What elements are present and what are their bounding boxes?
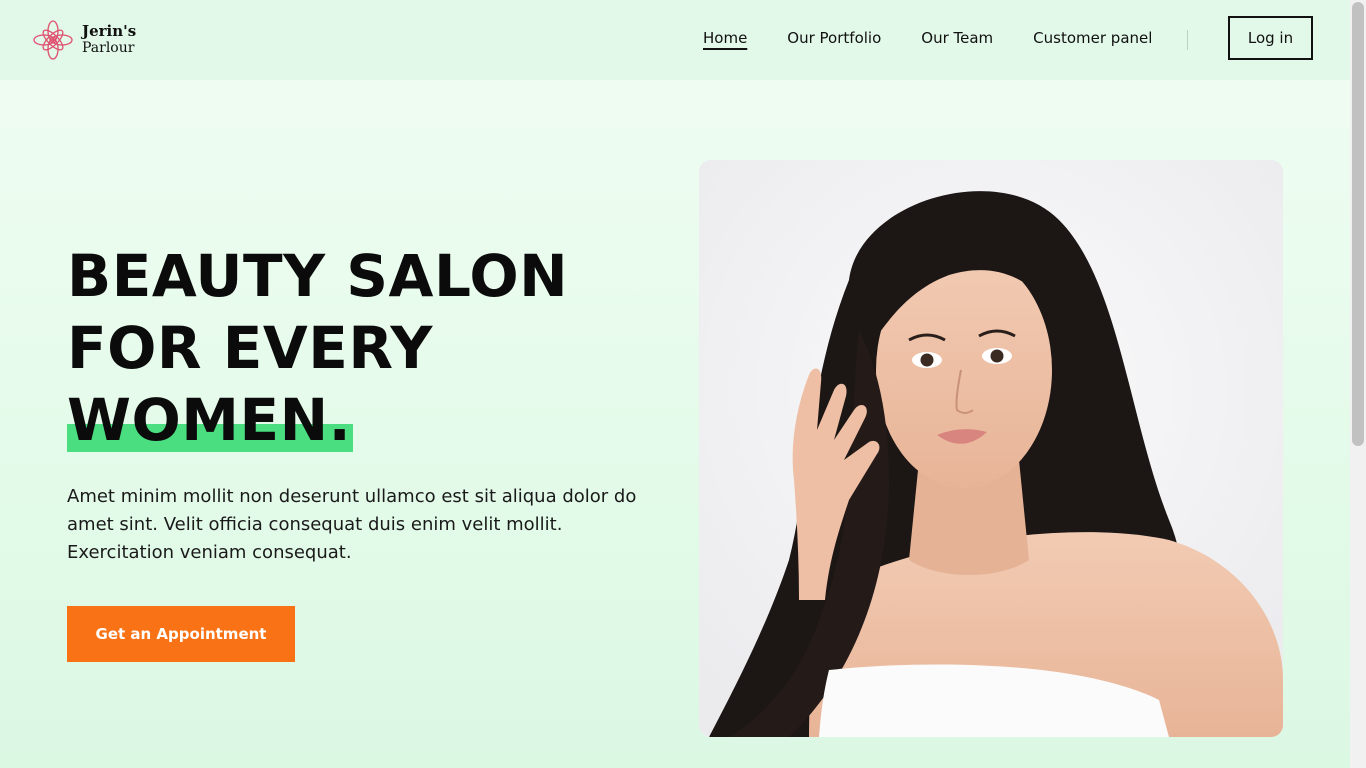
hero-title-line2: FOR EVERY [67,314,433,382]
brand-name: Jerin's Parlour [82,23,136,57]
portrait-illustration [699,160,1283,737]
nav-link-team[interactable]: Our Team [921,29,993,50]
hero-title: BEAUTY SALON FOR EVERY WOMEN. [67,240,568,456]
nav-link-portfolio[interactable]: Our Portfolio [787,29,881,50]
login-button[interactable]: Log in [1228,16,1313,60]
hero-title-line3: WOMEN. [67,386,354,454]
nav-link-customer-panel[interactable]: Customer panel [1033,29,1152,50]
page: Jerin's Parlour Home Our Portfolio Our T… [0,0,1366,768]
flower-icon [33,20,73,60]
scrollbar-thumb[interactable] [1352,2,1364,446]
navbar: Jerin's Parlour Home Our Portfolio Our T… [0,0,1350,80]
hero-description: Amet minim mollit non deserunt ullamco e… [67,486,637,563]
hero-portrait-image [699,160,1283,737]
nav-link-home[interactable]: Home [703,29,747,50]
nav-divider [1187,30,1188,50]
brand-name-line2: Parlour [82,40,135,56]
hero-title-line1: BEAUTY SALON [67,242,569,310]
vertical-scrollbar[interactable] [1350,0,1366,768]
main-nav: Home Our Portfolio Our Team Customer pan… [703,29,1152,50]
get-appointment-button[interactable]: Get an Appointment [67,606,295,662]
brand-name-line1: Jerin's [82,22,137,40]
brand-logo-link[interactable]: Jerin's Parlour [32,19,136,61]
